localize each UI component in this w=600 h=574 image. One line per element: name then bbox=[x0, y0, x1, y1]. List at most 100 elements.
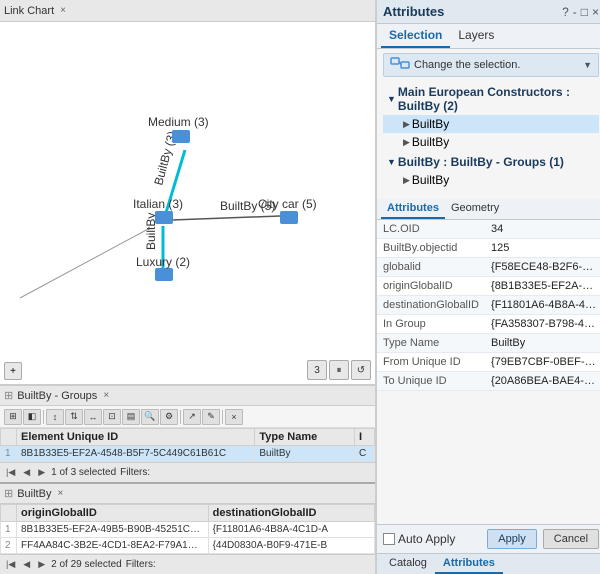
toolbar-btn-3[interactable]: ↕ bbox=[46, 409, 64, 425]
map-refresh-button[interactable]: ↺ bbox=[351, 360, 371, 380]
tree-item-1-2[interactable]: ▶ BuiltBy bbox=[383, 133, 599, 151]
attr-value: {F58ECE48-B2F6-4A50-A86 bbox=[485, 258, 600, 277]
attr-bottom-bar: Auto Apply Apply Cancel bbox=[377, 524, 600, 553]
builtby-groups-status-text: 1 of 3 selected bbox=[51, 467, 116, 478]
cell-dest: {F11801A6-4B8A-4C1D-A bbox=[208, 522, 374, 538]
toolbar-btn-1[interactable]: ⊞ bbox=[4, 409, 22, 425]
map-count-badge: 3 bbox=[307, 360, 327, 380]
tab-catalog[interactable]: Catalog bbox=[381, 554, 435, 574]
map-toolbar: 3 ⏸ ↺ bbox=[307, 360, 371, 380]
map-area: BuiltBy (3) BuiltBy BuiltBy (5) Medium (… bbox=[0, 22, 375, 385]
col-element-unique-id[interactable]: Element Unique ID bbox=[17, 429, 255, 446]
attr-key: Type Name bbox=[377, 334, 485, 353]
row-num: 1 bbox=[1, 446, 17, 462]
tab-attributes[interactable]: Attributes bbox=[381, 199, 445, 219]
tab-selection[interactable]: Selection bbox=[381, 24, 450, 48]
toolbar-btn-7[interactable]: ▤ bbox=[122, 409, 140, 425]
auto-apply-checkbox[interactable] bbox=[383, 533, 395, 545]
tree-group-2-header: ▼ BuiltBy : BuiltBy - Groups (1) bbox=[383, 153, 599, 171]
apply-button[interactable]: Apply bbox=[487, 529, 537, 549]
attr-table: LC.OID34BuiltBy.objectid125globalid{F58E… bbox=[377, 220, 600, 391]
builtby-groups-tab[interactable]: BuiltBy - Groups bbox=[17, 390, 97, 402]
dropdown-arrow-icon: ▼ bbox=[583, 60, 592, 70]
tree-item-arrow-1-2: ▶ bbox=[403, 137, 410, 148]
attr-row: Type NameBuiltBy bbox=[377, 334, 600, 353]
attr-key: globalid bbox=[377, 258, 485, 277]
col-destination[interactable]: destinationGlobalID bbox=[208, 505, 374, 522]
tree-item-label-1-1: BuiltBy bbox=[412, 117, 449, 131]
help-icon[interactable]: ? bbox=[562, 5, 569, 19]
toolbar-btn-6[interactable]: ⊡ bbox=[103, 409, 121, 425]
tree-group-2: ▼ BuiltBy : BuiltBy - Groups (1) ▶ Built… bbox=[383, 153, 599, 189]
tab-geometry[interactable]: Geometry bbox=[445, 199, 505, 219]
col-num bbox=[1, 429, 17, 446]
col-origin[interactable]: originGlobalID bbox=[17, 505, 209, 522]
table-row[interactable]: 2 FF4AA84C-3B2E-4CD1-8EA2-F79A1F7335C5 {… bbox=[1, 538, 375, 554]
toolbar-btn-8[interactable]: 🔍 bbox=[141, 409, 159, 425]
attr-value: 125 bbox=[485, 239, 600, 258]
tree-item-1-1[interactable]: ▶ BuiltBy bbox=[383, 115, 599, 133]
nav-first-2[interactable]: |◀ bbox=[4, 559, 17, 570]
attr-value: {F11801A6-4B8A-4C1D-A4€ bbox=[485, 296, 600, 315]
cell-origin: 8B1B33E5-EF2A-49B5-B90B-45251C7458E6 bbox=[17, 522, 209, 538]
attr-value: {79EB7CBF-0BEF-4B9B-857S bbox=[485, 353, 600, 372]
link-chart-tab-label[interactable]: Link Chart bbox=[4, 5, 54, 17]
toolbar-btn-9[interactable]: ⚙ bbox=[160, 409, 178, 425]
builtby-tab[interactable]: BuiltBy bbox=[17, 488, 51, 500]
attr-row: originGlobalID{8B1B33E5-EF2A-49B5-B90E bbox=[377, 277, 600, 296]
link-chart-tab-close[interactable]: × bbox=[60, 5, 66, 16]
tree-item-2-1[interactable]: ▶ BuiltBy bbox=[383, 171, 599, 189]
tree-group-2-label: BuiltBy : BuiltBy - Groups (1) bbox=[398, 155, 564, 169]
builtby-groups-toolbar: ⊞ ◧ ↕ ⇅ ↔ ⊡ ▤ 🔍 ⚙ ↗ ✎ × bbox=[0, 406, 375, 428]
toolbar-btn-11[interactable]: ✎ bbox=[202, 409, 220, 425]
attr-table-container: LC.OID34BuiltBy.objectid125globalid{F58E… bbox=[377, 220, 600, 524]
tab-attributes-bottom[interactable]: Attributes bbox=[435, 554, 503, 574]
attr-panel-title: Attributes bbox=[383, 4, 444, 19]
change-selection-text: Change the selection. bbox=[414, 59, 579, 71]
table-row[interactable]: 1 8B1B33E5-EF2A-4548-B5F7-5C449C61B61C B… bbox=[1, 446, 375, 462]
col-i[interactable]: I bbox=[355, 429, 375, 446]
close-icon[interactable]: × bbox=[592, 5, 599, 19]
table-row[interactable]: 1 8B1B33E5-EF2A-49B5-B90B-45251C7458E6 {… bbox=[1, 522, 375, 538]
tab-layers[interactable]: Layers bbox=[450, 24, 502, 48]
attr-key: destinationGlobalID bbox=[377, 296, 485, 315]
builtby-groups-status: |◀ ◀ ▶ 1 of 3 selected Filters: bbox=[0, 462, 375, 482]
attr-key: From Unique ID bbox=[377, 353, 485, 372]
selection-icon bbox=[390, 57, 410, 73]
tree-area: ▼ Main European Constructors : BuiltBy (… bbox=[383, 83, 599, 189]
nav-next-2[interactable]: ▶ bbox=[36, 559, 47, 570]
builtby-groups-panel: ⊞ BuiltBy - Groups × ⊞ ◧ ↕ ⇅ ↔ ⊡ ▤ 🔍 ⚙ ↗… bbox=[0, 385, 375, 482]
toolbar-btn-2[interactable]: ◧ bbox=[23, 409, 41, 425]
tree-item-arrow-2-1: ▶ bbox=[403, 175, 410, 186]
nav-prev-2[interactable]: ◀ bbox=[21, 559, 32, 570]
nav-first[interactable]: |◀ bbox=[4, 467, 17, 478]
cell-dest: {44D0830A-B0F9-471E-B bbox=[208, 538, 374, 554]
row-num: 1 bbox=[1, 522, 17, 538]
dash-icon[interactable]: - bbox=[573, 5, 577, 19]
nav-prev[interactable]: ◀ bbox=[21, 467, 32, 478]
builtby-close[interactable]: × bbox=[57, 488, 63, 499]
tree-item-label-1-2: BuiltBy bbox=[412, 135, 449, 149]
col-type-name[interactable]: Type Name bbox=[255, 429, 355, 446]
attr-value: BuiltBy bbox=[485, 334, 600, 353]
toolbar-btn-10[interactable]: ↗ bbox=[183, 409, 201, 425]
tree-collapse-1[interactable]: ▼ bbox=[387, 94, 396, 104]
attr-value: {8B1B33E5-EF2A-49B5-B90E bbox=[485, 277, 600, 296]
map-pause-button[interactable]: ⏸ bbox=[329, 360, 349, 380]
auto-apply-label[interactable]: Auto Apply bbox=[383, 532, 455, 546]
toolbar-btn-4[interactable]: ⇅ bbox=[65, 409, 83, 425]
cell-element-id: 8B1B33E5-EF2A-4548-B5F7-5C449C61B61C bbox=[17, 446, 255, 462]
attr-row: In Group{FA358307-B798-4548-B5F7 bbox=[377, 315, 600, 334]
map-add-button[interactable]: + bbox=[4, 362, 22, 380]
toolbar-btn-5[interactable]: ↔ bbox=[84, 409, 102, 425]
cancel-button[interactable]: Cancel bbox=[543, 529, 599, 549]
maximize-icon[interactable]: □ bbox=[581, 5, 588, 19]
tree-collapse-2[interactable]: ▼ bbox=[387, 157, 396, 167]
builtby-groups-close[interactable]: × bbox=[103, 390, 109, 401]
tree-item-arrow-1-1: ▶ bbox=[403, 119, 410, 130]
change-selection-row[interactable]: Change the selection. ▼ bbox=[383, 53, 599, 77]
nav-next[interactable]: ▶ bbox=[36, 467, 47, 478]
toolbar-btn-12[interactable]: × bbox=[225, 409, 243, 425]
attributes-panel: Attributes ? - □ × Selection Layers C bbox=[375, 0, 600, 574]
attr-key: In Group bbox=[377, 315, 485, 334]
